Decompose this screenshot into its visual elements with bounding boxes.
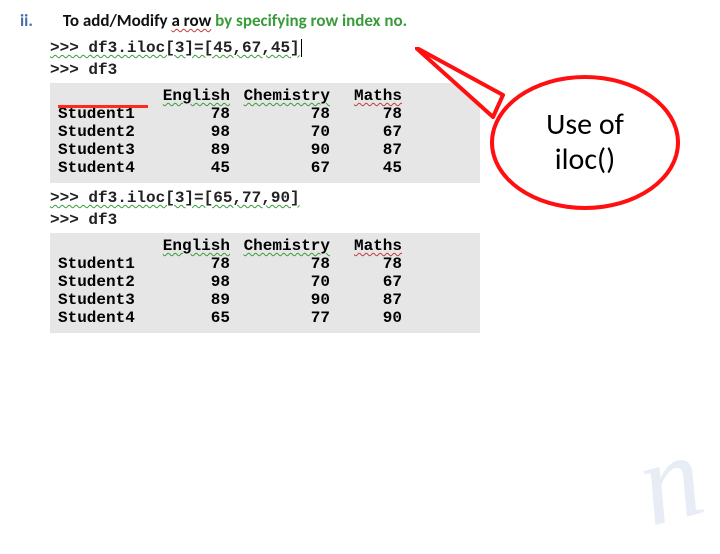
heading-row: ii. To add/Modify a row by specifying ro… xyxy=(20,10,700,31)
code-line-1: >>> df3.iloc[3]=[45,67,45] xyxy=(50,39,700,57)
table-row: Student3899087 xyxy=(58,141,472,159)
callout-line1: Use of xyxy=(546,108,624,143)
watermark: n xyxy=(623,408,707,554)
col-header: English xyxy=(148,237,240,255)
col-header: Chemistry xyxy=(240,87,340,105)
table-row: Student2987067 xyxy=(58,273,472,291)
table-row: Student2987067 xyxy=(58,123,472,141)
heading-number: ii. xyxy=(20,10,33,31)
output-table-2: English Chemistry Maths Student1787878 S… xyxy=(50,233,480,333)
col-header: Chemistry xyxy=(240,237,340,255)
callout-tail-icon xyxy=(415,47,515,127)
table-row: Student1787878 xyxy=(58,255,472,273)
col-header: Maths xyxy=(340,87,412,105)
heading-text: To add/Modify a row by specifying row in… xyxy=(63,10,407,31)
callout-ellipse: Use of iloc() xyxy=(490,75,680,210)
col-header: English xyxy=(148,87,240,105)
table-row: Student4456745 xyxy=(58,159,472,177)
callout-bubble: Use of iloc() xyxy=(490,75,680,225)
table-row: Student3899087 xyxy=(58,291,472,309)
col-header: Maths xyxy=(340,237,412,255)
table-row: Student4657790 xyxy=(58,309,472,327)
callout-line2: iloc() xyxy=(546,143,624,178)
red-underline xyxy=(58,105,148,108)
